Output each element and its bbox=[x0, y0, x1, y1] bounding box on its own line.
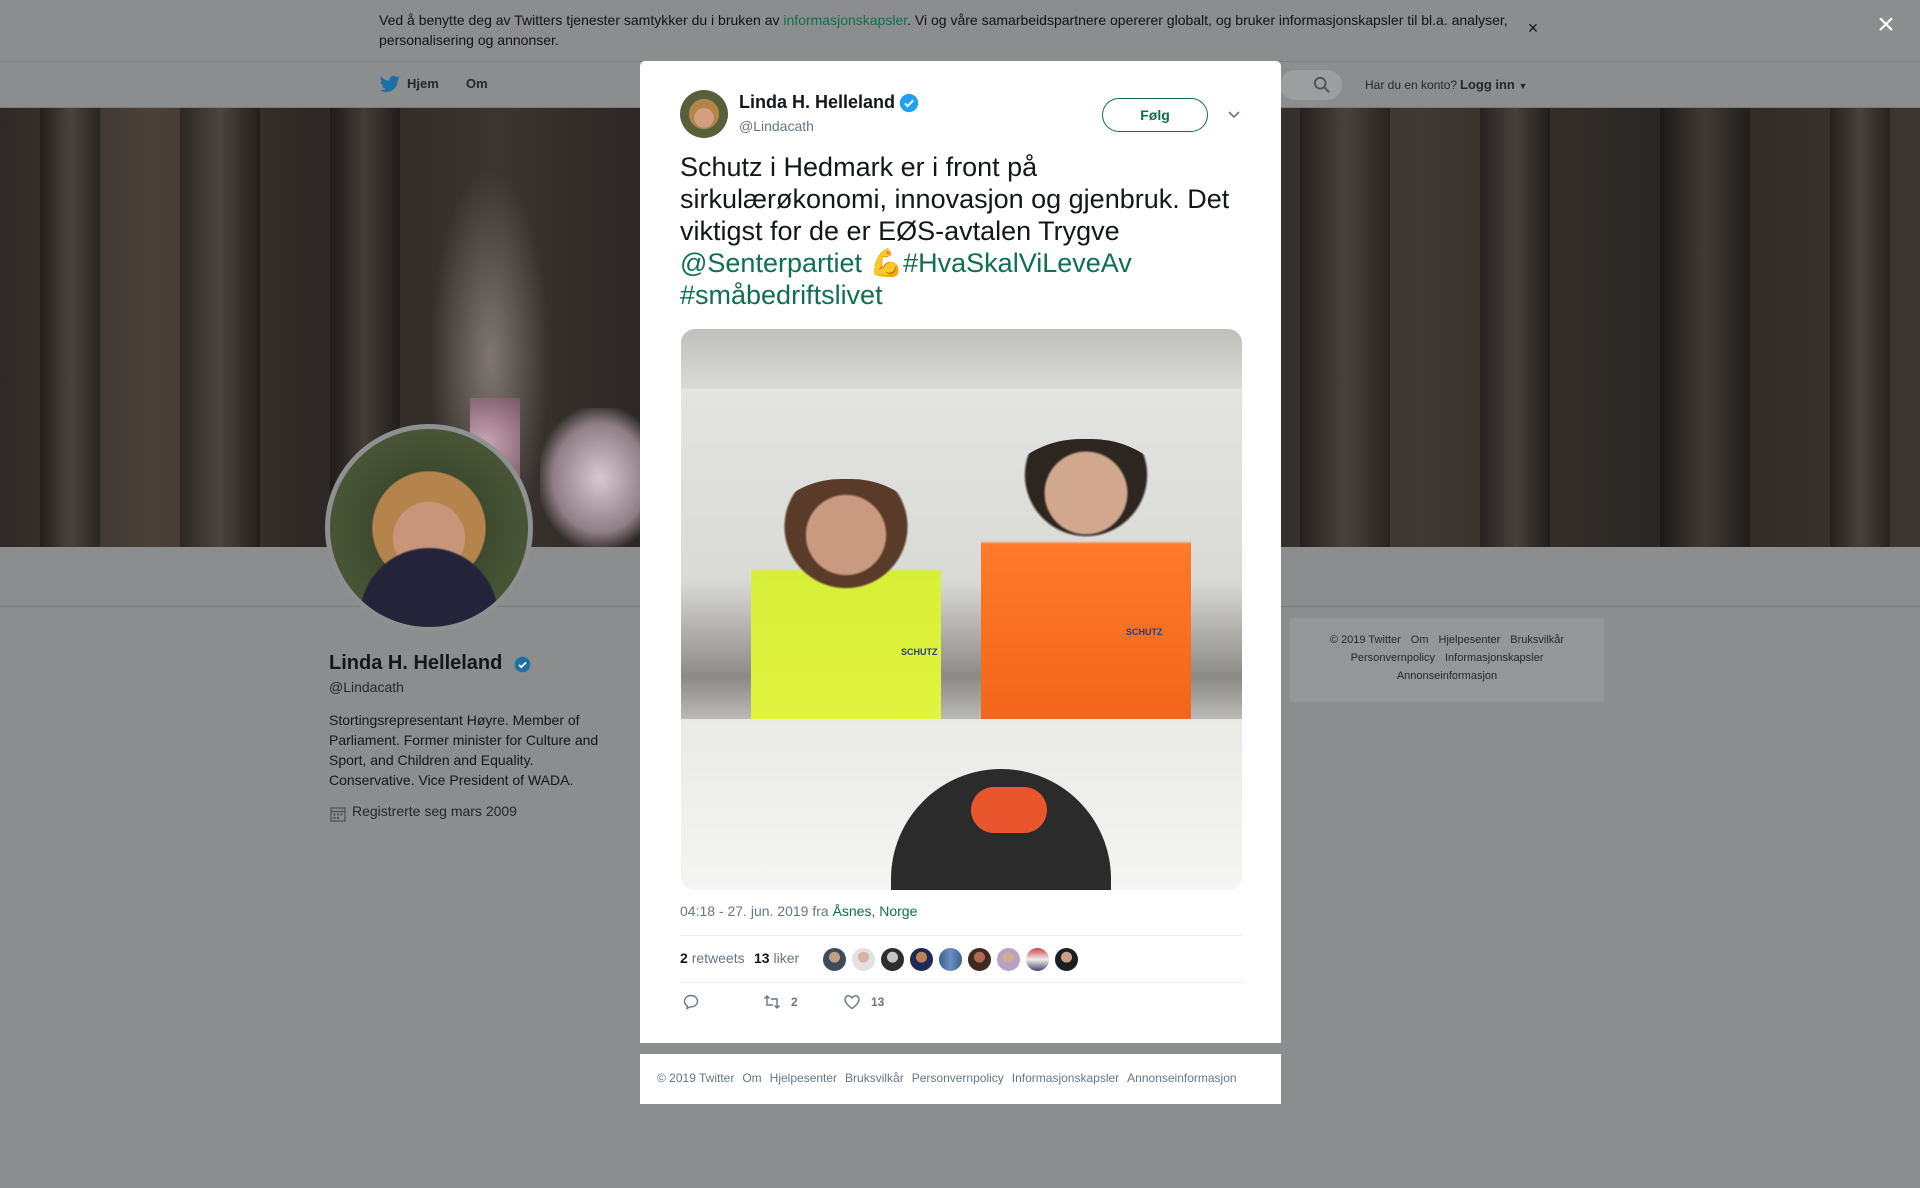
profile-handle[interactable]: @Lindacath bbox=[329, 679, 404, 695]
like-count[interactable]: 13 bbox=[754, 950, 770, 966]
heart-icon[interactable] bbox=[843, 993, 861, 1011]
banner-pillar bbox=[1300, 108, 1390, 547]
avatar[interactable] bbox=[851, 947, 876, 972]
tweet-place-link[interactable]: Åsnes, Norge bbox=[833, 903, 918, 919]
footer-link-terms[interactable]: Bruksvilkår bbox=[1510, 634, 1564, 646]
avatar[interactable] bbox=[880, 947, 905, 972]
footer-link-terms[interactable]: Bruksvilkår bbox=[845, 1071, 904, 1085]
banner-pillar bbox=[1660, 108, 1750, 547]
footer-copyright: © 2019 Twitter bbox=[657, 1071, 735, 1085]
tweet-hashtag-link[interactable]: #HvaSkalViLeveAv bbox=[903, 248, 1132, 278]
search-input[interactable] bbox=[1280, 70, 1342, 100]
footer-link-about[interactable]: Om bbox=[1411, 634, 1429, 646]
cookie-close-icon[interactable]: × bbox=[1524, 18, 1542, 38]
tweet-timestamp: 04:18 - 27. jun. 2019 fra Åsnes, Norge bbox=[680, 903, 917, 919]
retweet-stat[interactable]: 2 retweets bbox=[680, 950, 745, 966]
close-icon[interactable]: × bbox=[1874, 10, 1898, 40]
tweet-hashtag-link[interactable]: #småbedriftslivet bbox=[680, 280, 883, 310]
have-account-text: Har du en konto? bbox=[1365, 78, 1458, 92]
nav-home[interactable]: Hjem bbox=[407, 76, 439, 91]
login-label[interactable]: Logg inn bbox=[1460, 77, 1515, 92]
footer-link-cookies[interactable]: Informasjonskapsler bbox=[1012, 1071, 1119, 1085]
footer-copyright: © 2019 Twitter bbox=[1329, 634, 1401, 646]
footer-link-cookies[interactable]: Informasjonskapsler bbox=[1445, 652, 1543, 664]
side-footer: © 2019 Twitter Om Hjelpesenter Bruksvilkår … bbox=[1290, 618, 1604, 702]
avatar[interactable] bbox=[680, 90, 728, 138]
verified-badge-icon bbox=[899, 93, 919, 113]
search-icon[interactable] bbox=[1313, 76, 1331, 94]
retweet-count[interactable]: 2 bbox=[680, 950, 688, 966]
profile-avatar[interactable] bbox=[325, 424, 533, 632]
tweet-mention-link[interactable]: @Senterpartiet bbox=[680, 248, 862, 278]
banner-pillar bbox=[1480, 108, 1550, 547]
tweet-author-handle[interactable]: @Lindacath bbox=[739, 118, 814, 134]
caret-down-icon[interactable]: ▼ bbox=[1519, 81, 1528, 91]
photo-person-right bbox=[981, 439, 1191, 739]
like-action-count: 13 bbox=[871, 995, 885, 1009]
retweet-button[interactable]: 2 bbox=[763, 993, 803, 1013]
reply-button[interactable] bbox=[682, 993, 702, 1013]
tweet-body: Schutz i Hedmark er i front på sirkulærø… bbox=[680, 152, 1230, 246]
retweet-icon[interactable] bbox=[763, 993, 781, 1011]
tweet-modal: Linda H. Helleland @Lindacath Følg Schut… bbox=[640, 61, 1281, 1043]
side-footer-row: © 2019 Twitter Om Hjelpesenter Bruksvilkår bbox=[1290, 634, 1604, 646]
tweet-text: Schutz i Hedmark er i front på sirkulærø… bbox=[680, 151, 1240, 311]
avatar bbox=[330, 429, 528, 627]
retweet-action-count: 2 bbox=[791, 995, 798, 1009]
login-link[interactable]: Logg inn ▼ bbox=[1460, 77, 1527, 92]
side-footer-row: Annonseinformasjon bbox=[1290, 670, 1604, 682]
avatar[interactable] bbox=[996, 947, 1021, 972]
avatar[interactable] bbox=[822, 947, 847, 972]
profile-name[interactable]: Linda H. Helleland bbox=[329, 652, 502, 675]
footer-link-ads-info[interactable]: Annonseinformasjon bbox=[1127, 1071, 1236, 1085]
calendar-icon bbox=[330, 807, 346, 822]
cookie-link[interactable]: informasjonskapsler bbox=[783, 12, 907, 28]
footer-link-about[interactable]: Om bbox=[742, 1071, 761, 1085]
profile-bio: Stortingsrepresentant Høyre. Member of P… bbox=[329, 712, 599, 788]
reply-icon[interactable] bbox=[682, 993, 700, 1011]
photo-vest-label: SCHUTZ bbox=[1126, 627, 1163, 637]
twitter-bird-icon[interactable] bbox=[380, 75, 400, 93]
photo-ceiling bbox=[681, 329, 1242, 389]
flexed-biceps-icon: 💪 bbox=[869, 248, 904, 278]
tweet-stats: 2 retweets 13 liker bbox=[680, 935, 1242, 983]
like-stat[interactable]: 13 liker bbox=[754, 950, 799, 966]
modal-footer: © 2019 Twitter Om Hjelpesenter Bruksvilkår P… bbox=[640, 1054, 1281, 1104]
cookie-banner: Ved å benytte deg av Twitters tjenester … bbox=[0, 0, 1920, 62]
avatar[interactable] bbox=[909, 947, 934, 972]
like-button[interactable]: 13 bbox=[843, 993, 893, 1013]
banner-pillar bbox=[40, 108, 100, 547]
cookie-text-before: Ved å benytte deg av Twitters tjenester … bbox=[379, 12, 784, 28]
modal-footer-links: © 2019 Twitter Om Hjelpesenter Bruksvilkår P… bbox=[657, 1071, 1245, 1085]
avatar[interactable] bbox=[967, 947, 992, 972]
footer-link-help[interactable]: Hjelpesenter bbox=[1439, 634, 1501, 646]
avatar[interactable] bbox=[938, 947, 963, 972]
banner-pillar bbox=[1830, 108, 1890, 547]
retweet-label[interactable]: retweets bbox=[692, 950, 745, 966]
follow-button[interactable]: Følg bbox=[1102, 98, 1208, 132]
footer-link-privacy[interactable]: Personvernpolicy bbox=[912, 1071, 1004, 1085]
like-label[interactable]: liker bbox=[773, 950, 799, 966]
profile-joined: Registrerte seg mars 2009 bbox=[352, 803, 517, 819]
footer-link-help[interactable]: Hjelpesenter bbox=[770, 1071, 837, 1085]
photo-person-left bbox=[751, 479, 941, 759]
tweet-author-name[interactable]: Linda H. Helleland bbox=[739, 92, 895, 113]
tweet-time[interactable]: 04:18 - 27. jun. 2019 fra bbox=[680, 903, 833, 919]
avatar[interactable] bbox=[1025, 947, 1050, 972]
side-footer-row: Personvernpolicy Informasjonskapsler bbox=[1290, 652, 1604, 664]
tweet-photo[interactable]: SCHUTZ SCHUTZ bbox=[681, 329, 1242, 890]
chevron-down-icon[interactable] bbox=[1225, 105, 1243, 123]
photo-vest-label: SCHUTZ bbox=[901, 647, 938, 657]
photo-tank-cap bbox=[971, 787, 1047, 833]
nav-about[interactable]: Om bbox=[466, 76, 488, 91]
banner-pillar bbox=[180, 108, 260, 547]
footer-link-ads-info[interactable]: Annonseinformasjon bbox=[1397, 670, 1497, 682]
avatar[interactable] bbox=[1054, 947, 1079, 972]
cookie-text: Ved å benytte deg av Twitters tjenester … bbox=[379, 10, 1519, 50]
footer-link-privacy[interactable]: Personvernpolicy bbox=[1351, 652, 1435, 664]
verified-badge-icon bbox=[514, 656, 531, 673]
